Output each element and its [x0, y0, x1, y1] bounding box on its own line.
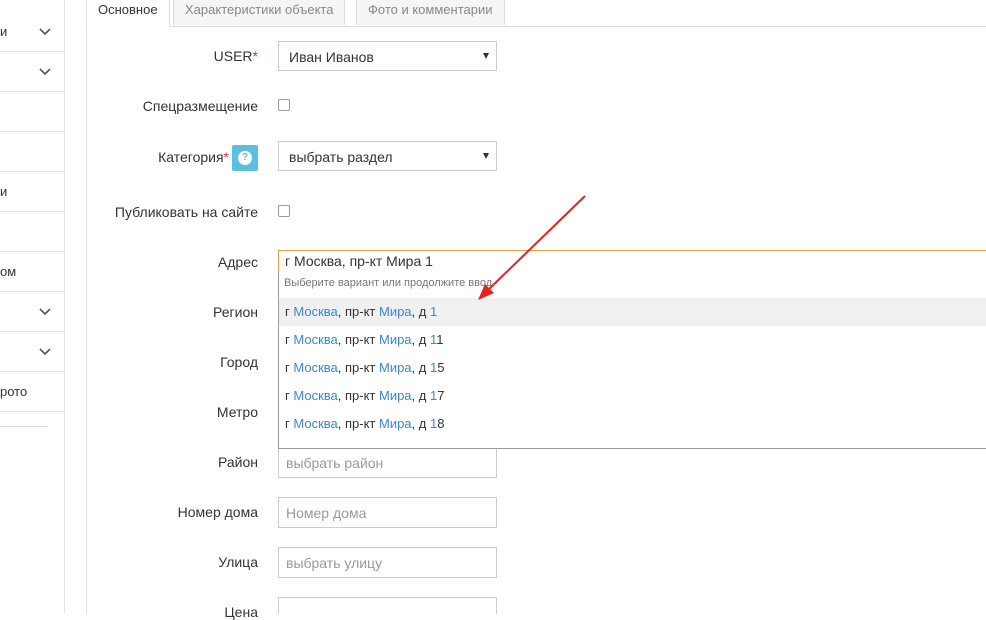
suggestion-city-match: Москва [293, 332, 338, 347]
required-mark: * [252, 48, 258, 64]
special-placement-label: Спецразмещение [142, 98, 258, 114]
sidebar-item[interactable] [0, 92, 64, 132]
sidebar-item[interactable]: ом [0, 252, 64, 292]
suggestion-text: , пр-кт [337, 332, 379, 347]
sidebar-item[interactable] [0, 212, 64, 252]
suggestion-number-rest: 5 [437, 360, 445, 375]
suggestion-text: , пр-кт [337, 388, 379, 403]
chevron-down-icon[interactable] [38, 344, 52, 358]
sidebar: и и ом рото [0, 0, 65, 614]
suggestion-text: , д [411, 360, 430, 375]
category-select[interactable]: выбрать раздел [278, 141, 497, 171]
chevron-down-icon[interactable] [38, 304, 52, 318]
content-divider [86, 0, 87, 614]
suggestions-hint: Выберите вариант или продолжите ввод [284, 277, 493, 289]
suggestion-text: , пр-кт [337, 360, 379, 375]
category-label-text: Категория [158, 149, 224, 165]
user-label: USER* [214, 48, 258, 64]
required-mark: * [223, 149, 229, 165]
sidebar-item-label: и [0, 184, 8, 199]
sidebar-item[interactable] [0, 332, 64, 372]
publish-checkbox[interactable] [278, 205, 290, 217]
suggestion-number-rest: 8 [437, 416, 445, 431]
street-label: Улица [218, 554, 258, 570]
suggestion-number-rest: 1 [436, 332, 444, 347]
sidebar-item-label: рото [0, 384, 28, 399]
region-label: Регион [213, 304, 258, 320]
suggestion-text: , д [411, 332, 430, 347]
price-label: Цена [224, 604, 258, 620]
suggestion-street-match: Мира [378, 304, 412, 319]
suggestion-number-match: 1 [429, 304, 438, 319]
category-select-value: выбрать раздел [289, 149, 393, 165]
chevron-down-icon[interactable] [38, 24, 52, 38]
city-label: Город [220, 354, 258, 370]
question-mark: ? [238, 151, 252, 165]
house-number-label: Номер дома [177, 504, 258, 520]
suggestion-text: , д [411, 416, 430, 431]
address-label: Адрес [217, 254, 258, 270]
house-number-input[interactable]: Номер дома [278, 497, 497, 528]
sidebar-item[interactable]: рото [0, 372, 64, 412]
suggestion-street-match: Мира [378, 360, 412, 375]
sidebar-item[interactable]: и [0, 12, 64, 52]
sidebar-item-label: и [0, 24, 8, 39]
price-input[interactable] [278, 597, 497, 614]
suggestion-item[interactable]: г Москва, пр-кт Мира, д 1 [279, 298, 986, 326]
suggestion-text: , д [411, 304, 430, 319]
publish-label: Публиковать на сайте [114, 204, 258, 220]
suggestion-street-match: Мира [378, 388, 412, 403]
caret-down-icon [483, 53, 489, 59]
street-input[interactable]: выбрать улицу [278, 547, 497, 578]
district-input[interactable]: выбрать район [278, 447, 497, 478]
user-select-value: Иван Иванов [289, 49, 374, 65]
suggestion-item[interactable]: г Москва, пр-кт Мира, д 17 [279, 382, 986, 410]
suggestion-text: , д [411, 388, 430, 403]
suggestion-number-rest: 7 [437, 388, 445, 403]
tab-bar: Основное Характеристики объекта Фото и к… [86, 0, 986, 27]
suggestion-text: , пр-кт [337, 416, 379, 431]
user-label-text: USER [213, 48, 253, 64]
suggestion-city-match: Москва [293, 388, 338, 403]
suggestion-item[interactable]: г Москва, пр-кт Мира, д 15 [279, 354, 986, 382]
address-suggestions: Выберите вариант или продолжите ввод г М… [278, 271, 986, 449]
user-select[interactable]: Иван Иванов [278, 41, 497, 71]
caret-down-icon [483, 153, 489, 159]
chevron-down-icon[interactable] [38, 64, 52, 78]
special-placement-checkbox[interactable] [278, 99, 290, 111]
tab-photos-comments[interactable]: Фото и комментарии [356, 0, 505, 25]
sidebar-item[interactable] [0, 292, 64, 332]
tab-basic[interactable]: Основное [86, 0, 170, 27]
suggestion-street-match: Мира [378, 416, 412, 431]
suggestion-street-match: Мира [378, 332, 412, 347]
sidebar-item[interactable] [0, 52, 64, 92]
sidebar-item[interactable] [0, 132, 64, 172]
suggestion-item[interactable]: г Москва, пр-кт Мира, д 18 [279, 410, 986, 438]
sidebar-divider [0, 426, 48, 427]
suggestion-city-match: Москва [293, 360, 338, 375]
suggestion-text: , пр-кт [337, 304, 379, 319]
tab-object-characteristics[interactable]: Характеристики объекта [173, 0, 346, 25]
address-input[interactable]: г Москва, пр-кт Мира 1 [278, 250, 986, 272]
district-label: Район [218, 454, 258, 470]
suggestion-item[interactable]: г Москва, пр-кт Мира, д 11 [279, 326, 986, 354]
suggestion-city-match: Москва [293, 304, 338, 319]
suggestion-city-match: Москва [293, 416, 338, 431]
sidebar-item-label: ом [0, 264, 17, 279]
metro-label: Метро [216, 404, 258, 420]
sidebar-item[interactable]: и [0, 172, 64, 212]
help-icon[interactable]: ? [232, 145, 258, 171]
category-label: Категория* [158, 149, 229, 165]
